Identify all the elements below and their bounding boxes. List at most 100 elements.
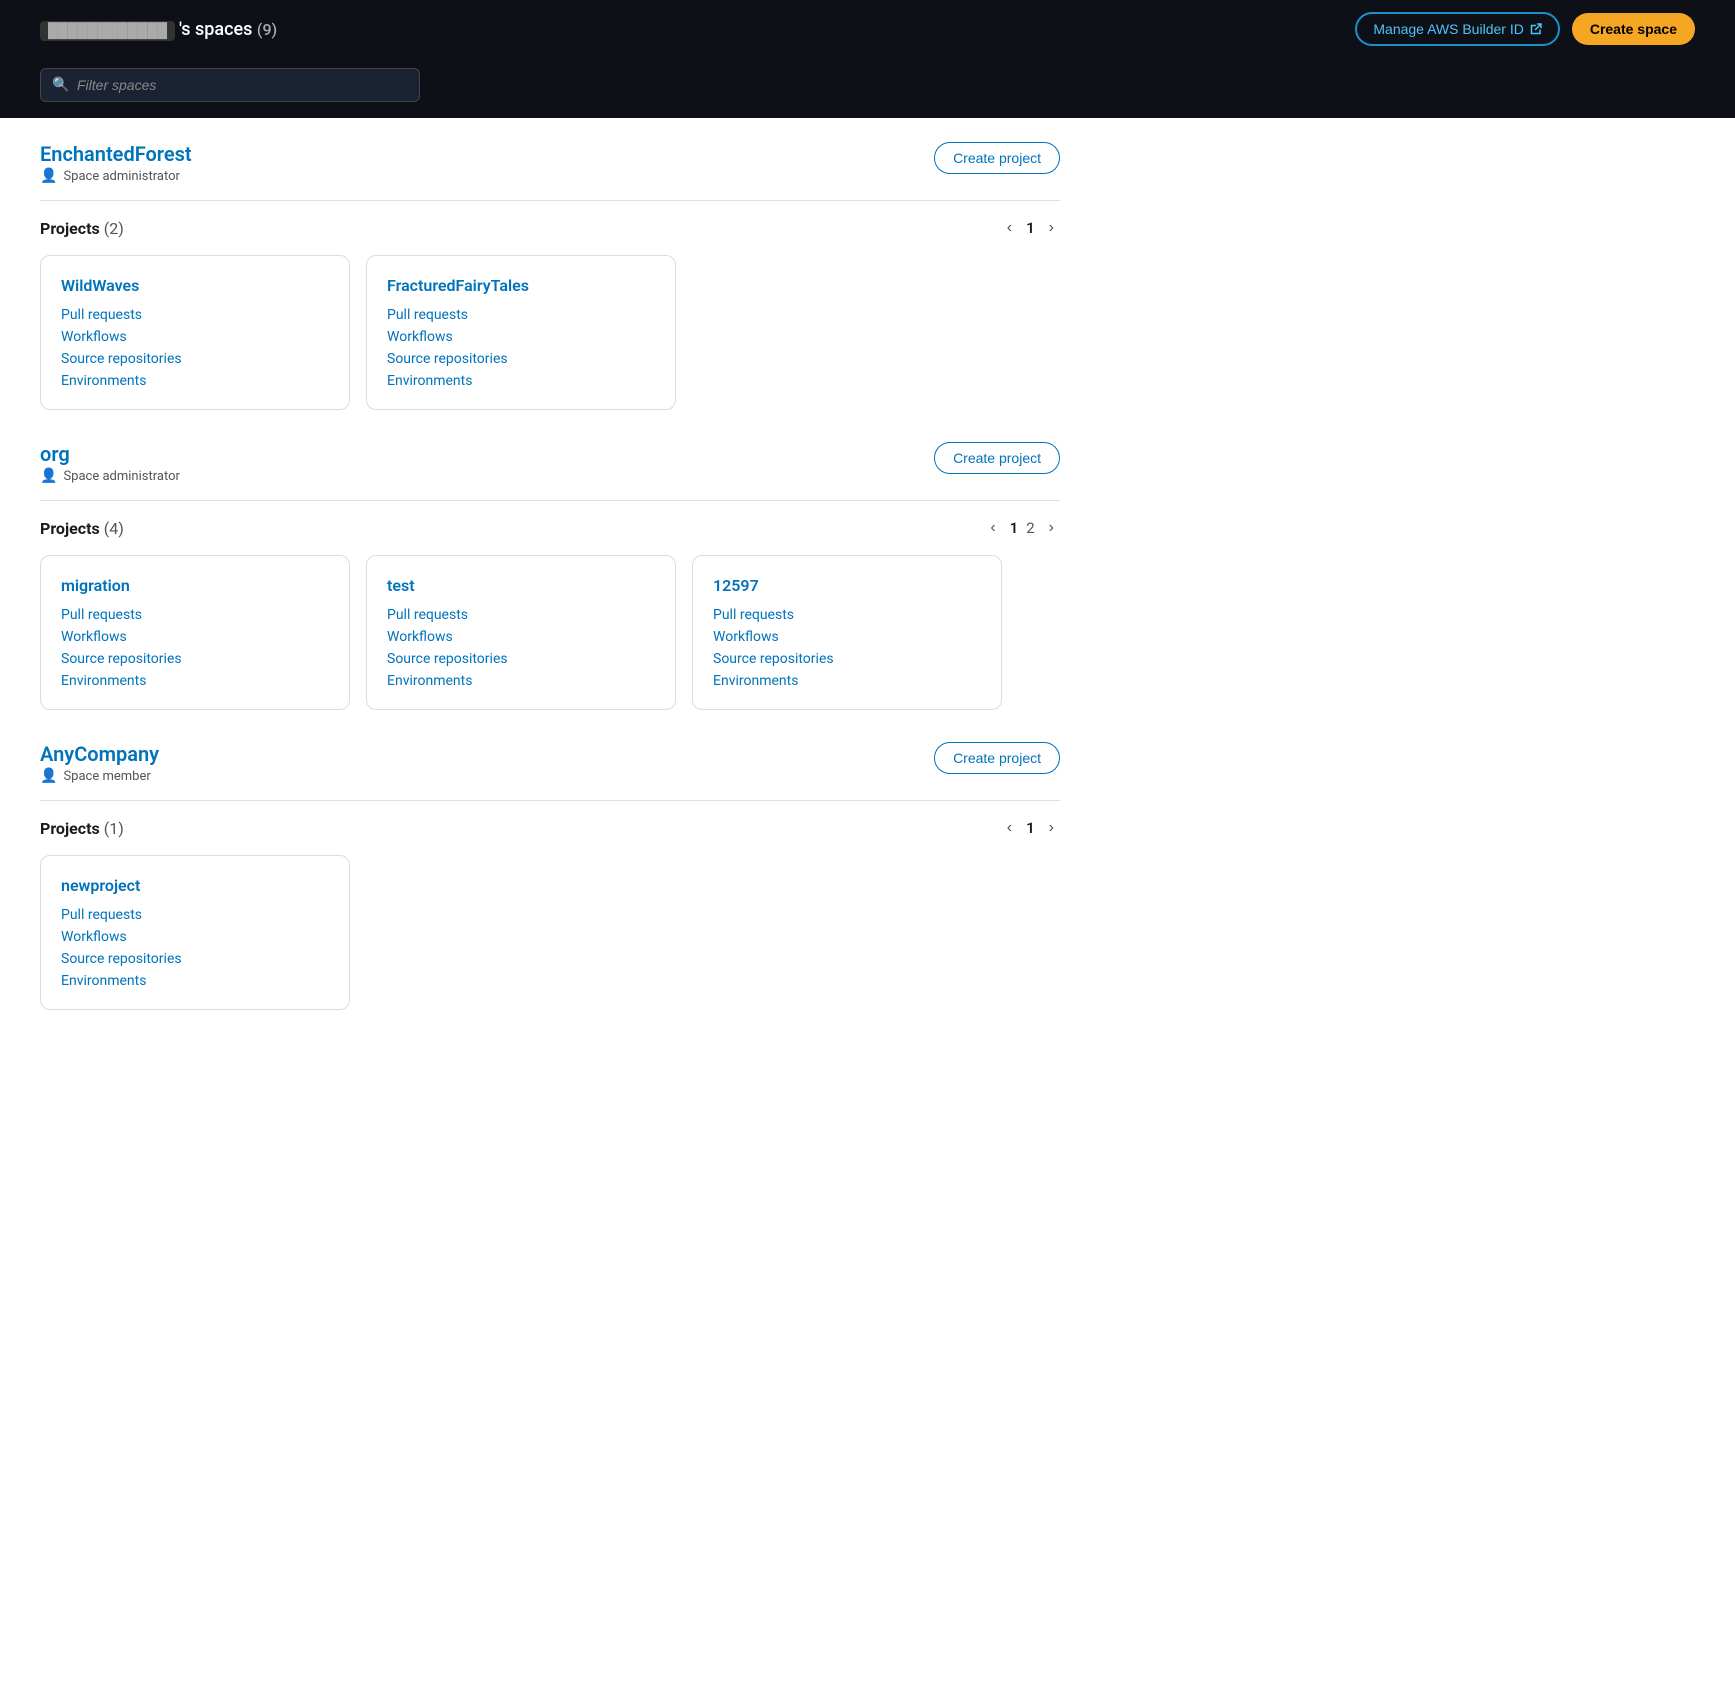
project-link-source-repositories[interactable]: Source repositories	[713, 651, 981, 667]
project-link-environments[interactable]: Environments	[713, 673, 981, 689]
header-right: Manage AWS Builder ID Create space	[1355, 12, 1695, 46]
project-link-workflows[interactable]: Workflows	[61, 629, 329, 645]
project-link-environments[interactable]: Environments	[61, 673, 329, 689]
projects-row: Projects (2) ‹ 1 ›	[40, 217, 1060, 239]
space-section-anycompany: AnyCompany 👤 Space member Create project Pro…	[40, 742, 1060, 1010]
person-icon: 👤	[40, 768, 57, 784]
main-content: EnchantedForest 👤 Space administrator Creat…	[0, 118, 1100, 1066]
space-name-org[interactable]: org	[40, 442, 70, 466]
divider	[40, 800, 1060, 801]
project-link-workflows[interactable]: Workflows	[713, 629, 981, 645]
project-name-test[interactable]: test	[387, 576, 655, 595]
project-card-12597: 12597 Pull requests Workflows Source reposi…	[692, 555, 1002, 710]
pagination: ‹ 1 ›	[1001, 817, 1060, 839]
space-role-anycompany: 👤 Space member	[40, 768, 159, 784]
next-page-button[interactable]: ›	[1043, 517, 1060, 539]
project-link-environments[interactable]: Environments	[387, 673, 655, 689]
project-card-wildwaves: WildWaves Pull requests Workflows Source re…	[40, 255, 350, 410]
divider	[40, 200, 1060, 201]
project-link-environments[interactable]: Environments	[61, 973, 329, 989]
project-link-pull-requests[interactable]: Pull requests	[713, 607, 981, 623]
space-header-enchanted-forest: EnchantedForest 👤 Space administrator Creat…	[40, 142, 1060, 196]
manage-aws-button[interactable]: Manage AWS Builder ID	[1355, 12, 1559, 46]
page-number-1[interactable]: 1	[1026, 819, 1035, 837]
project-link-pull-requests[interactable]: Pull requests	[387, 307, 655, 323]
project-link-source-repositories[interactable]: Source repositories	[61, 951, 329, 967]
next-page-button[interactable]: ›	[1043, 217, 1060, 239]
search-icon: 🔍	[52, 77, 69, 93]
project-card-migration: migration Pull requests Workflows Source re…	[40, 555, 350, 710]
project-link-pull-requests[interactable]: Pull requests	[61, 307, 329, 323]
header-title: ████████████'s spaces (9)	[40, 19, 277, 40]
project-link-pull-requests[interactable]: Pull requests	[61, 907, 329, 923]
project-card-fracturedfairytales: FracturedFairyTales Pull requests Workflow…	[366, 255, 676, 410]
project-link-workflows[interactable]: Workflows	[387, 629, 655, 645]
prev-page-button[interactable]: ‹	[1001, 217, 1018, 239]
project-link-workflows[interactable]: Workflows	[61, 329, 329, 345]
search-input[interactable]	[40, 68, 420, 102]
space-header-org: org 👤Space administrator Create project	[40, 442, 1060, 496]
project-name-fracturedfairytales[interactable]: FracturedFairyTales	[387, 276, 655, 295]
project-name-migration[interactable]: migration	[61, 576, 329, 595]
projects-count: (4)	[104, 519, 124, 538]
space-header-left: org 👤Space administrator	[40, 442, 180, 496]
project-name-newproject[interactable]: newproject	[61, 876, 329, 895]
page-number-1[interactable]: 1	[1026, 219, 1035, 237]
prev-page-button[interactable]: ‹	[984, 517, 1001, 539]
project-link-environments[interactable]: Environments	[61, 373, 329, 389]
pagination: ‹ 1 ›	[1001, 217, 1060, 239]
create-project-button-enchanted-forest[interactable]: Create project	[934, 142, 1060, 174]
project-link-source-repositories[interactable]: Source repositories	[387, 351, 655, 367]
projects-label: Projects (2)	[40, 219, 124, 238]
role-text: Space administrator	[63, 169, 179, 184]
project-link-source-repositories[interactable]: Source repositories	[61, 351, 329, 367]
create-space-button[interactable]: Create space	[1572, 13, 1695, 45]
project-link-pull-requests[interactable]: Pull requests	[61, 607, 329, 623]
page-number-2[interactable]: 2	[1026, 519, 1034, 537]
search-bar: 🔍	[0, 58, 1735, 118]
project-link-source-repositories[interactable]: Source repositories	[61, 651, 329, 667]
role-text: Space member	[63, 769, 150, 784]
pagination: ‹ 12 ›	[984, 517, 1060, 539]
space-section-org: org 👤Space administrator Create project Pro…	[40, 442, 1060, 710]
create-project-button-anycompany[interactable]: Create project	[934, 742, 1060, 774]
external-link-icon	[1530, 23, 1542, 35]
project-card-test: test Pull requests Workflows Source reposit…	[366, 555, 676, 710]
person-icon: 👤	[40, 168, 57, 184]
next-page-button[interactable]: ›	[1043, 817, 1060, 839]
projects-row: Projects (4) ‹ 12 ›	[40, 517, 1060, 539]
projects-grid: migration Pull requests Workflows Source re…	[40, 555, 1060, 710]
username-redacted: ████████████	[40, 21, 175, 41]
space-name-enchanted-forest[interactable]: EnchantedForest	[40, 142, 192, 166]
project-link-workflows[interactable]: Workflows	[61, 929, 329, 945]
project-name-wildwaves[interactable]: WildWaves	[61, 276, 329, 295]
project-link-environments[interactable]: Environments	[387, 373, 655, 389]
space-name-anycompany[interactable]: AnyCompany	[40, 742, 159, 766]
role-text: Space administrator	[63, 469, 179, 484]
space-header-left: EnchantedForest 👤 Space administrator	[40, 142, 192, 196]
divider	[40, 500, 1060, 501]
prev-page-button[interactable]: ‹	[1001, 817, 1018, 839]
project-links: Pull requests Workflows Source repositorie…	[61, 607, 329, 689]
project-link-source-repositories[interactable]: Source repositories	[387, 651, 655, 667]
project-card-newproject: newproject Pull requests Workflows Source r…	[40, 855, 350, 1010]
project-link-pull-requests[interactable]: Pull requests	[387, 607, 655, 623]
space-section-enchanted-forest: EnchantedForest 👤 Space administrator Creat…	[40, 142, 1060, 410]
project-links: Pull requests Workflows Source repositorie…	[387, 307, 655, 389]
projects-label: Projects (1)	[40, 819, 124, 838]
space-header-anycompany: AnyCompany 👤 Space member Create project	[40, 742, 1060, 796]
project-link-workflows[interactable]: Workflows	[387, 329, 655, 345]
space-role-org: 👤Space administrator	[40, 468, 180, 484]
space-header-left: AnyCompany 👤 Space member	[40, 742, 159, 796]
create-project-button-org[interactable]: Create project	[934, 442, 1060, 474]
space-role-enchanted-forest: 👤 Space administrator	[40, 168, 192, 184]
project-links: Pull requests Workflows Source repositorie…	[713, 607, 981, 689]
project-links: Pull requests Workflows Source repositorie…	[387, 607, 655, 689]
project-name-12597[interactable]: 12597	[713, 576, 981, 595]
search-input-wrapper: 🔍	[40, 68, 420, 102]
page-number-1[interactable]: 1	[1010, 519, 1019, 537]
header-left: ████████████'s spaces (9)	[40, 19, 277, 40]
project-links: Pull requests Workflows Source repositorie…	[61, 907, 329, 989]
projects-label: Projects (4)	[40, 519, 124, 538]
projects-count: (1)	[104, 819, 124, 838]
